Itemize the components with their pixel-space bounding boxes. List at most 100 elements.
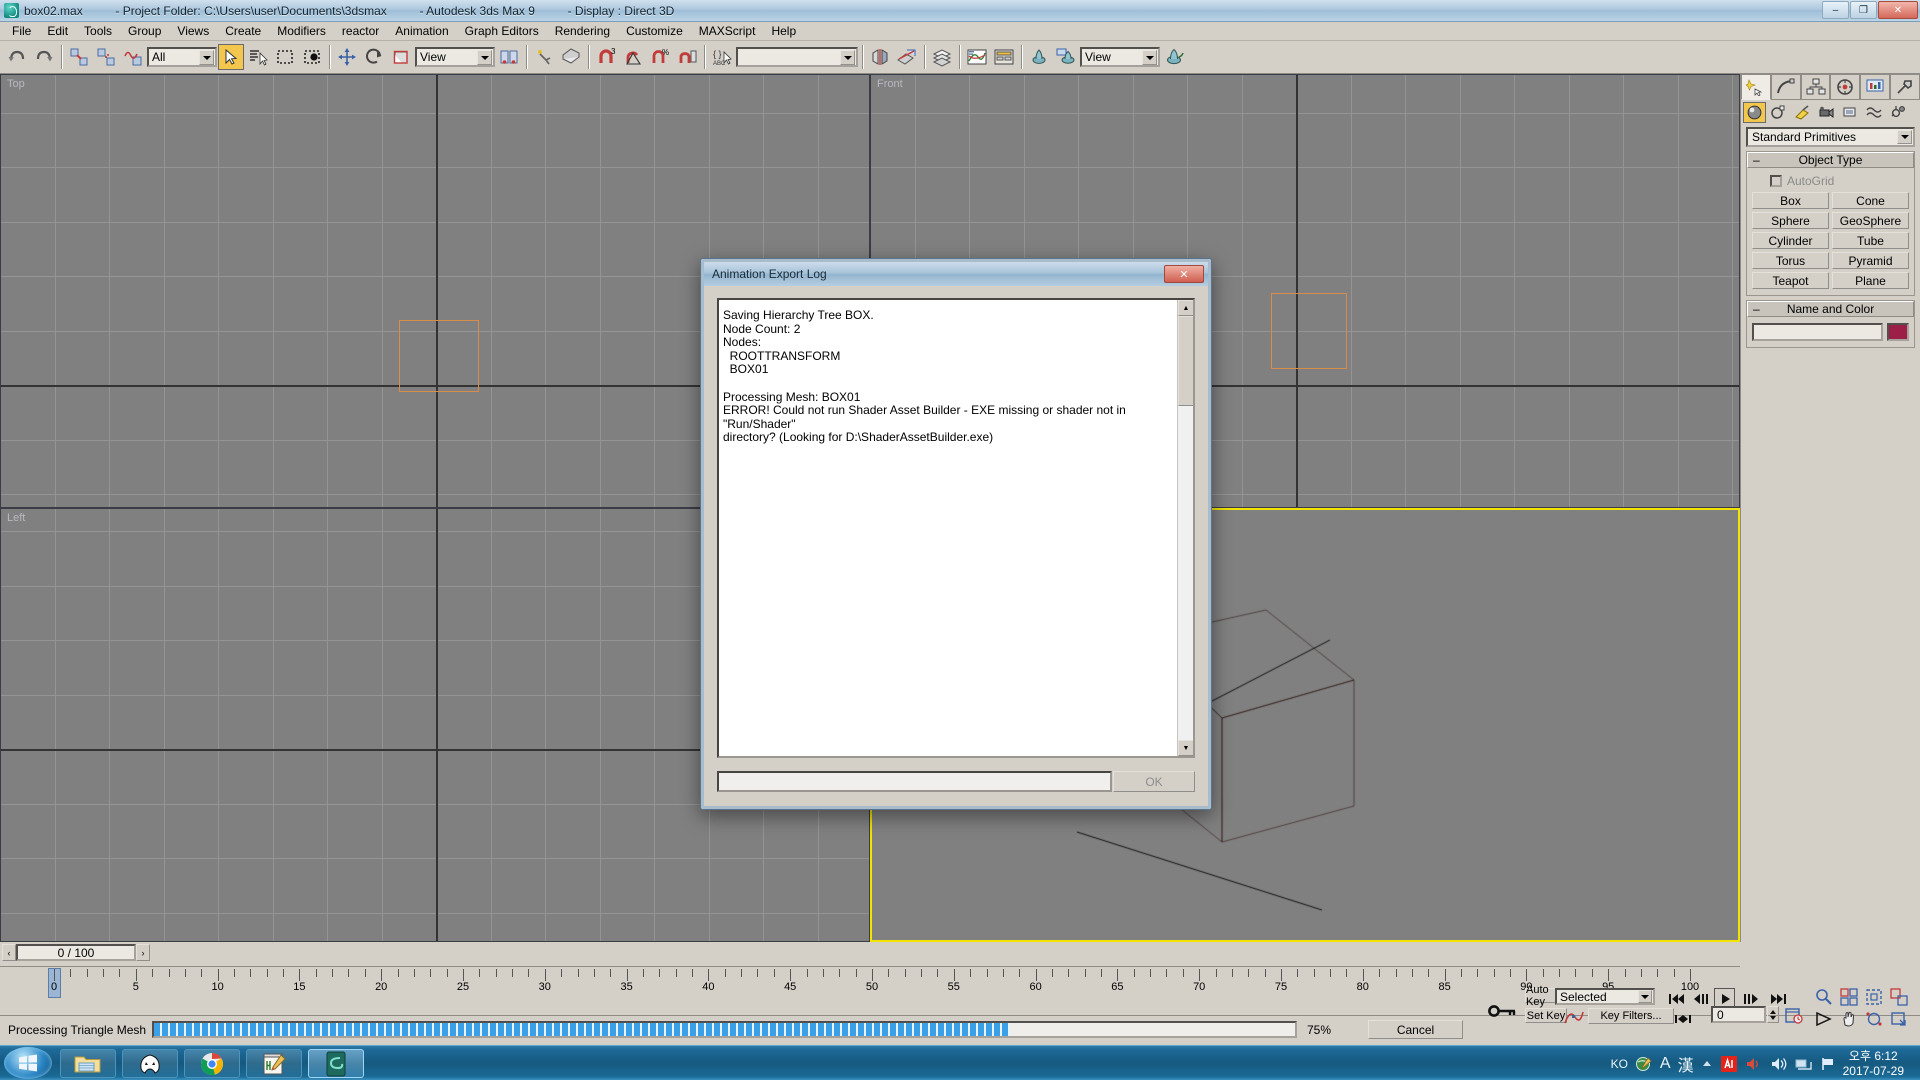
arc-rotate-icon[interactable]: [1863, 1008, 1884, 1029]
object-type-button-sphere[interactable]: Sphere: [1752, 212, 1829, 229]
autogrid-row[interactable]: AutoGrid: [1770, 174, 1909, 188]
helpers-icon[interactable]: [1839, 102, 1862, 123]
autogrid-checkbox[interactable]: [1770, 175, 1782, 187]
shapes-icon[interactable]: [1767, 102, 1790, 123]
maximize-viewport-toggle-icon[interactable]: [1888, 1008, 1909, 1029]
chevron-down-icon[interactable]: [1897, 130, 1912, 144]
name-and-color-header[interactable]: – Name and Color: [1747, 301, 1914, 317]
angle-snap-toggle-icon[interactable]: [620, 44, 646, 70]
notepad-plus-plus-icon[interactable]: [246, 1049, 302, 1078]
select-and-manipulate-icon[interactable]: [531, 44, 557, 70]
select-and-link-icon[interactable]: [66, 44, 92, 70]
zoom-all-icon[interactable]: [1838, 986, 1859, 1007]
chevron-down-icon[interactable]: [477, 50, 492, 65]
quick-render-icon[interactable]: [1161, 44, 1187, 70]
named-selection-set-dropdown[interactable]: [736, 47, 858, 67]
systems-icon[interactable]: [1887, 102, 1910, 123]
space-warps-icon[interactable]: [1863, 102, 1886, 123]
snap-toggle-icon[interactable]: 3: [593, 44, 619, 70]
modify-tab-icon[interactable]: [1770, 74, 1801, 100]
layer-manager-icon[interactable]: [929, 44, 955, 70]
redo-icon[interactable]: [31, 44, 57, 70]
scrollbar-thumb[interactable]: [1178, 316, 1193, 406]
align-icon[interactable]: [894, 44, 920, 70]
use-pivot-point-center-icon[interactable]: [496, 44, 522, 70]
menu-item-rendering[interactable]: Rendering: [547, 22, 618, 40]
object-name-input[interactable]: [1752, 323, 1883, 341]
viewport-layout-dropdown[interactable]: View: [1080, 47, 1160, 67]
dialog-input-field[interactable]: [717, 771, 1112, 792]
menu-item-modifiers[interactable]: Modifiers: [269, 22, 334, 40]
selection-filter-dropdown[interactable]: All: [147, 47, 217, 67]
curve-editor-icon[interactable]: [964, 44, 990, 70]
next-frame-button[interactable]: ›: [136, 944, 150, 961]
set-key-curve-icon[interactable]: [1563, 1006, 1584, 1027]
motion-tab-icon[interactable]: [1830, 74, 1861, 100]
window-crossing-icon[interactable]: [299, 44, 325, 70]
cancel-button[interactable]: Cancel: [1368, 1020, 1463, 1039]
object-type-button-torus[interactable]: Torus: [1752, 252, 1829, 269]
log-scrollbar[interactable]: ▲ ▼: [1177, 300, 1193, 756]
object-type-button-geosphere[interactable]: GeoSphere: [1832, 212, 1909, 229]
menu-item-views[interactable]: Views: [169, 22, 217, 40]
menu-item-edit[interactable]: Edit: [39, 22, 76, 40]
3ds-max-icon[interactable]: [308, 1049, 364, 1078]
menu-item-reactor[interactable]: reactor: [334, 22, 387, 40]
collapse-icon[interactable]: –: [1753, 302, 1760, 316]
object-type-button-cylinder[interactable]: Cylinder: [1752, 232, 1829, 249]
primitive-category-dropdown[interactable]: Standard Primitives: [1746, 127, 1915, 147]
field-of-view-icon[interactable]: [1813, 1008, 1834, 1029]
time-ruler[interactable]: 0 5 10 15 20 25 30 35 40 45 50 55 60 65 70 75 80 85 90 95 10…: [0, 966, 1740, 1000]
current-frame-field[interactable]: 0: [1711, 1006, 1766, 1023]
select-and-scale-icon[interactable]: [388, 44, 414, 70]
select-and-move-icon[interactable]: [334, 44, 360, 70]
show-hidden-icons-icon[interactable]: [1701, 1058, 1713, 1070]
zoom-icon[interactable]: [1813, 986, 1834, 1007]
object-type-button-tube[interactable]: Tube: [1832, 232, 1909, 249]
start-orb-icon[interactable]: [4, 1047, 52, 1079]
scroll-up-button[interactable]: ▲: [1178, 300, 1193, 316]
go-to-start-icon[interactable]: [1665, 988, 1686, 1009]
utilities-tab-icon[interactable]: [1890, 74, 1920, 100]
spinner-snap-toggle-icon[interactable]: [674, 44, 700, 70]
unlink-selection-icon[interactable]: [93, 44, 119, 70]
selection-level-dropdown[interactable]: Selected: [1555, 988, 1655, 1005]
object-type-button-cone[interactable]: Cone: [1832, 192, 1909, 209]
menu-item-help[interactable]: Help: [763, 22, 804, 40]
menu-item-animation[interactable]: Animation: [387, 22, 456, 40]
menu-item-graph-editors[interactable]: Graph Editors: [457, 22, 547, 40]
spinner-up-down-icon[interactable]: [1767, 1006, 1779, 1023]
cameras-icon[interactable]: [1815, 102, 1838, 123]
chevron-down-icon[interactable]: [199, 50, 214, 65]
action-center-icon[interactable]: [1820, 1056, 1836, 1072]
google-chrome-icon[interactable]: [184, 1049, 240, 1078]
time-configuration-icon[interactable]: [1784, 1005, 1805, 1026]
object-type-button-plane[interactable]: Plane: [1832, 272, 1909, 289]
previous-frame-button[interactable]: ‹: [2, 944, 16, 961]
zoom-region-icon[interactable]: [1888, 986, 1909, 1007]
avira-antivirus-icon[interactable]: [1720, 1055, 1738, 1073]
ime-hanja-indicator[interactable]: 漢: [1678, 1052, 1694, 1076]
log-text-area[interactable]: Saving Hierarchy Tree BOX. Node Count: 2…: [717, 298, 1195, 758]
key-filters-button[interactable]: Key Filters...: [1588, 1008, 1674, 1024]
zoom-extents-icon[interactable]: [1863, 986, 1884, 1007]
menu-item-file[interactable]: File: [4, 22, 39, 40]
chevron-down-icon[interactable]: [1142, 50, 1157, 65]
material-editor-icon[interactable]: [1026, 44, 1052, 70]
geometry-icon[interactable]: [1743, 101, 1766, 123]
select-by-name-icon[interactable]: [245, 44, 271, 70]
percent-snap-toggle-icon[interactable]: %: [647, 44, 673, 70]
chevron-down-icon[interactable]: [1638, 990, 1652, 1003]
object-type-button-box[interactable]: Box: [1752, 192, 1829, 209]
speaker-icon[interactable]: [1770, 1056, 1788, 1072]
menu-item-tools[interactable]: Tools: [76, 22, 120, 40]
key-mode-toggle-icon[interactable]: [1672, 1008, 1693, 1029]
frame-display[interactable]: 0 / 100: [16, 944, 136, 961]
bind-to-space-warp-icon[interactable]: [120, 44, 146, 70]
object-type-button-teapot[interactable]: Teapot: [1752, 272, 1829, 289]
volume-icon[interactable]: [1745, 1056, 1763, 1072]
render-scene-dialog-icon[interactable]: [1053, 44, 1079, 70]
create-tab-icon[interactable]: [1741, 74, 1771, 100]
dialog-close-button[interactable]: ✕: [1164, 265, 1204, 283]
reference-coordinate-system-dropdown[interactable]: View: [415, 47, 495, 67]
